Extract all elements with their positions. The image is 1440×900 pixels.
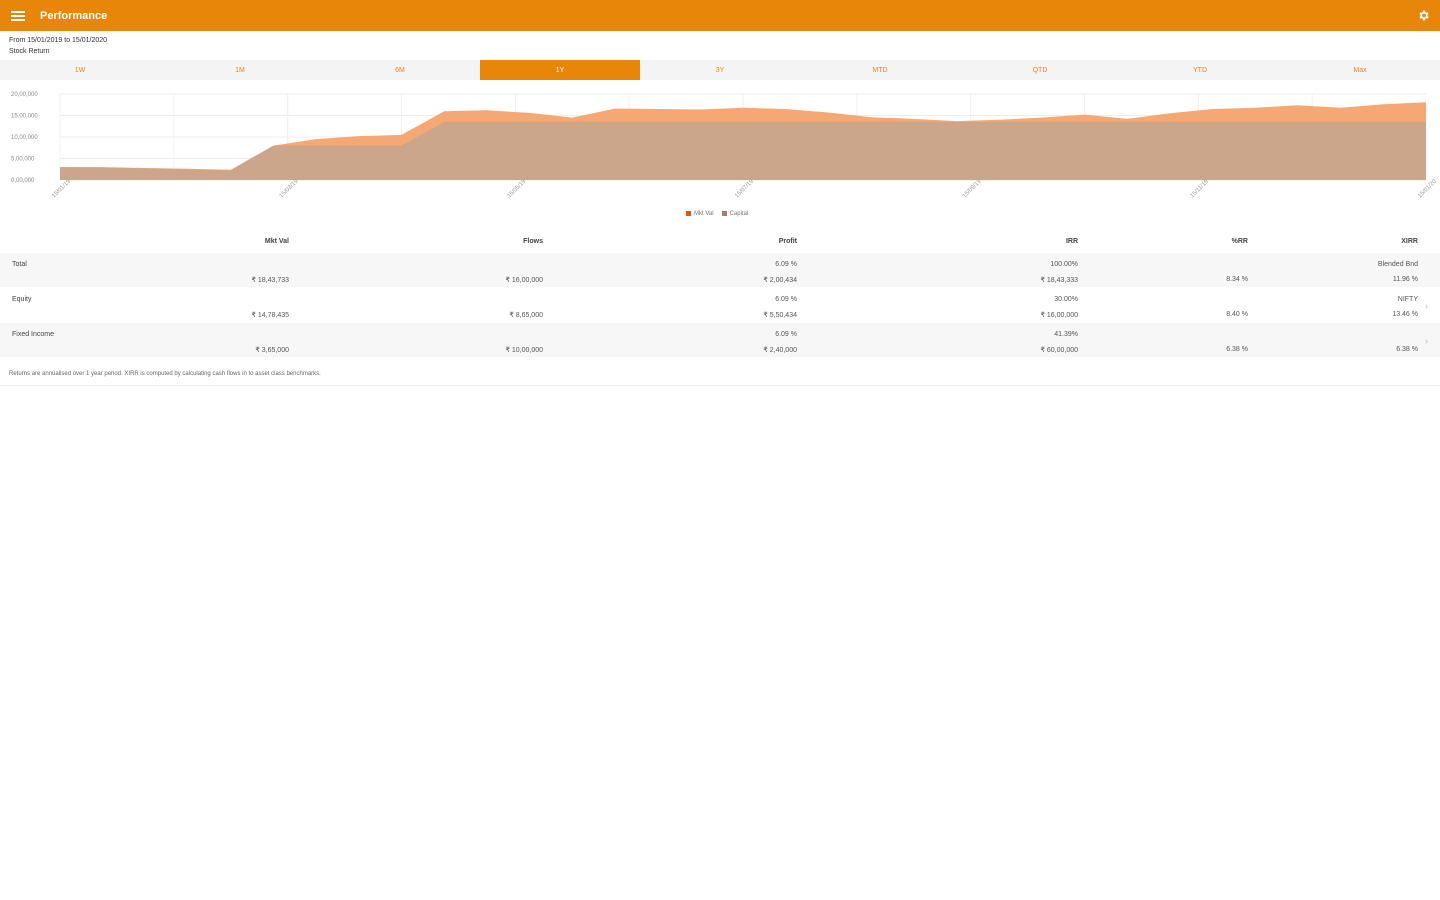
tab-6m[interactable]: 6M xyxy=(320,60,480,80)
cell-c6-sub: 13.46 % xyxy=(1392,311,1418,318)
x-tick-label: 15/03/19 xyxy=(279,178,300,199)
cell-c3-sub: ₹ 2,00,434 xyxy=(763,277,797,284)
table-header: Mkt Val Flows Profit IRR %RR XIRR xyxy=(0,232,1440,252)
menu-icon[interactable] xyxy=(11,10,25,21)
date-range-text: From 15/01/2019 to 15/01/2020 xyxy=(9,37,108,44)
tab-1m[interactable]: 1M xyxy=(160,60,320,80)
x-tick-label: 15/01/20 xyxy=(1417,178,1438,199)
footnote: Returns are annualised over 1 year perio… xyxy=(9,371,321,377)
y-tick-label: 0,00,000 xyxy=(11,178,35,184)
page-title: Performance xyxy=(40,9,108,22)
cell-c4-sub: ₹ 60,00,000 xyxy=(1040,347,1078,354)
header-flows: Flows xyxy=(523,238,543,245)
date-range: From 15/01/2019 to 15/01/2020 Stock Retu… xyxy=(9,35,107,57)
cell-c1-sub: ₹ 18,43,733 xyxy=(251,277,289,284)
cell-c6-sub: 6.38 % xyxy=(1396,346,1418,353)
cell-c4: 30.00% xyxy=(1054,296,1078,303)
row-label: Total xyxy=(12,261,27,268)
performance-table: Mkt Val Flows Profit IRR %RR XIRR Total ₹… xyxy=(0,232,1440,357)
cell-c3: 6.09 % xyxy=(775,296,797,303)
table-row[interactable]: Total ₹ 18,43,733 ₹ 16,00,000 6.09 % ₹ 2,00,… xyxy=(0,252,1440,287)
header-mkt-val: Mkt Val xyxy=(264,238,289,245)
header-xirr: XIRR xyxy=(1401,238,1418,245)
header-irr: IRR xyxy=(1065,238,1078,245)
tab-1y[interactable]: 1Y xyxy=(480,60,640,80)
cell-c6: Blended Bnd xyxy=(1377,261,1418,268)
cell-c3: 6.09 % xyxy=(775,331,797,338)
gear-icon[interactable] xyxy=(1417,9,1430,22)
header-profit: Profit xyxy=(778,238,797,245)
tab-mtd[interactable]: MTD xyxy=(800,60,960,80)
x-tick-label: 15/05/19 xyxy=(507,178,528,199)
table-row[interactable]: Fixed Income ₹ 3,65,000 ₹ 10,00,000 6.09 % ₹… xyxy=(0,322,1440,357)
table-row[interactable]: Equity ₹ 14,78,435 ₹ 8,65,000 6.09 % ₹ 5,50,… xyxy=(0,287,1440,322)
cell-c3-sub: ₹ 2,40,000 xyxy=(763,347,797,354)
y-tick-label: 10,00,000 xyxy=(11,135,38,141)
y-tick-label: 15,00,000 xyxy=(11,114,38,120)
cell-c5-sub: 8.40 % xyxy=(1226,311,1248,318)
cell-c2-sub: ₹ 10,00,000 xyxy=(505,347,543,354)
legend-item-mkt-val: Mkt Val xyxy=(686,211,714,217)
x-tick-label: 15/01/19 xyxy=(51,178,72,199)
tab-qtd[interactable]: QTD xyxy=(960,60,1120,80)
cell-c2-sub: ₹ 8,65,000 xyxy=(509,312,543,319)
legend-item-capital: Capital xyxy=(721,211,748,217)
x-tick-label: 15/11/19 xyxy=(1190,179,1211,200)
divider xyxy=(0,385,1440,386)
tab-3y[interactable]: 3Y xyxy=(640,60,800,80)
cell-c3: 6.09 % xyxy=(775,261,797,268)
tab-1w[interactable]: 1W xyxy=(0,60,160,80)
y-tick-label: 5,00,000 xyxy=(11,157,35,163)
cell-c1-sub: ₹ 3,65,000 xyxy=(255,347,289,354)
cell-c1-sub: ₹ 14,78,435 xyxy=(251,312,289,319)
row-label: Fixed Income xyxy=(12,331,55,338)
x-tick-label: 15/07/19 xyxy=(734,178,755,199)
header-rr: %RR xyxy=(1231,238,1248,245)
cell-c4: 100.00% xyxy=(1050,261,1078,268)
period-tabs: 1W 1M 6M 1Y 3Y MTD QTD YTD Max xyxy=(0,60,1440,80)
cell-c5-sub: 6.38 % xyxy=(1226,346,1248,353)
cell-c4-sub: ₹ 16,00,000 xyxy=(1040,312,1078,319)
cell-c5-sub: 8.34 % xyxy=(1226,276,1248,283)
chart-legend: Mkt Val Capital xyxy=(686,211,748,217)
tab-max[interactable]: Max xyxy=(1280,60,1440,80)
cell-c4-sub: ₹ 18,43,333 xyxy=(1040,277,1078,284)
tab-ytd[interactable]: YTD xyxy=(1120,60,1280,80)
app-bar: Performance xyxy=(0,0,1440,31)
x-tick-label: 15/09/19 xyxy=(962,178,983,199)
performance-chart: 20,00,000 15,00,000 10,00,000 5,00,000 0,00,… xyxy=(11,92,1438,200)
cell-c2-sub: ₹ 16,00,000 xyxy=(505,277,543,284)
chevron-right-icon[interactable]: › xyxy=(1425,336,1428,346)
cell-c3-sub: ₹ 5,50,434 xyxy=(763,312,797,319)
cell-c6-sub: 11.96 % xyxy=(1392,276,1418,283)
area-series-1 xyxy=(60,121,1426,180)
row-label: Equity xyxy=(12,296,32,303)
return-type-text: Stock Return xyxy=(9,48,50,55)
y-tick-label: 20,00,000 xyxy=(11,92,38,98)
cell-c4: 41.39% xyxy=(1054,331,1078,338)
cell-c6: NIFTY xyxy=(1397,296,1418,303)
chevron-right-icon[interactable]: › xyxy=(1425,301,1428,311)
